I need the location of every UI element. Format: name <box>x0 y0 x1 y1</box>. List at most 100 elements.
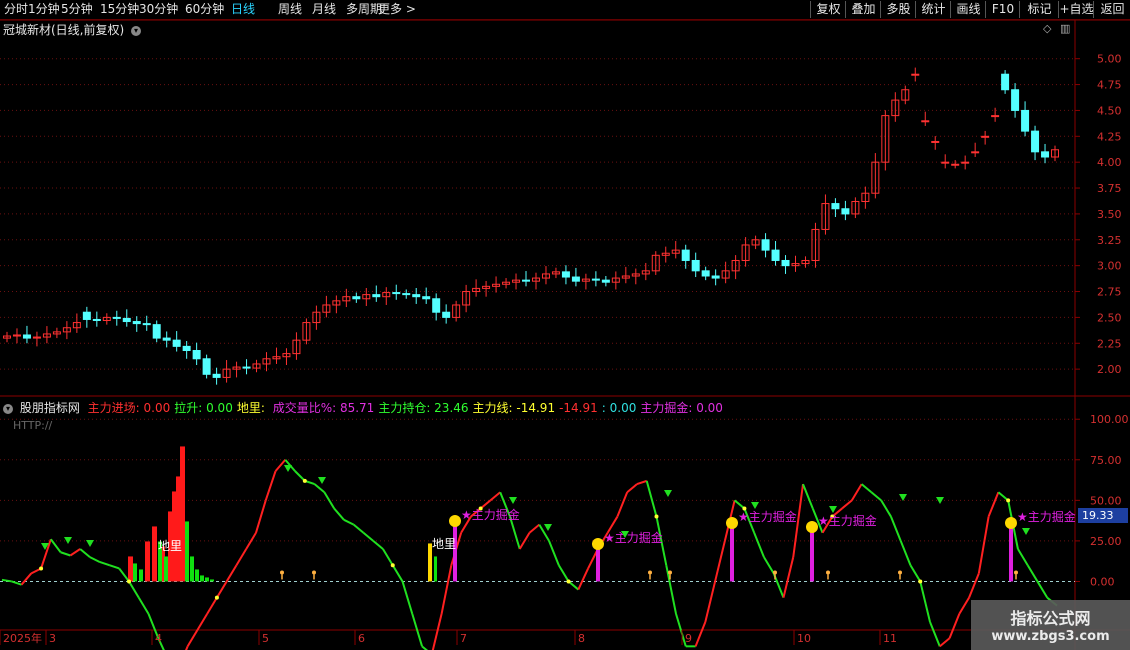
line-turn-dot <box>390 563 395 568</box>
main-force-line-segment <box>616 491 629 517</box>
candle-body <box>981 135 990 138</box>
main-force-line-segment <box>557 564 570 582</box>
candle-body <box>781 259 790 267</box>
main-force-line-segment <box>118 567 130 583</box>
ground-label: 地里 <box>432 537 456 551</box>
candle-body <box>571 276 580 282</box>
main-force-line-segment <box>763 556 775 574</box>
x-tick-label: 2025年 <box>3 631 42 645</box>
rise-bar <box>434 556 437 582</box>
y-tick-label: 2.75 <box>1097 286 1122 299</box>
walker-icon <box>280 570 284 575</box>
ground-label: 地里 <box>158 539 182 553</box>
y-tick-label: 4.75 <box>1097 79 1122 92</box>
main-force-line-segment <box>440 565 453 615</box>
candle-body <box>601 279 610 283</box>
main-force-line-segment <box>128 580 140 599</box>
walker-icon <box>826 570 830 575</box>
main-force-line-segment <box>1017 548 1029 566</box>
rise-bar <box>133 563 137 582</box>
smiley-icon <box>592 538 604 550</box>
indicator-y-label: 0.00 <box>1090 575 1115 588</box>
entry-bar <box>180 446 185 582</box>
main-force-line-segment <box>225 564 238 582</box>
watermark-title: 指标公式网 <box>1010 609 1091 628</box>
main-force-line-segment <box>958 597 970 615</box>
main-force-line-segment <box>186 629 199 647</box>
candle-body <box>771 249 780 261</box>
main-force-line-segment <box>245 532 257 550</box>
down-arrow-icon <box>544 524 552 531</box>
candle-body <box>152 324 161 339</box>
x-tick-label: 10 <box>797 632 811 645</box>
main-force-line-segment <box>977 516 990 574</box>
main-force-line-segment <box>255 500 267 534</box>
candle-body <box>761 239 770 251</box>
main-force-line-segment <box>948 613 961 639</box>
candle-body <box>961 161 970 164</box>
main-force-line-segment <box>929 621 941 647</box>
candle-body <box>522 279 531 282</box>
down-arrow-icon <box>829 506 837 513</box>
candle-body <box>831 203 840 210</box>
rise-bar <box>190 556 194 582</box>
signal-label: ★主力掘金 <box>461 507 520 522</box>
main-force-line-segment <box>714 540 726 582</box>
main-force-line-segment <box>382 548 394 566</box>
candle-body <box>202 358 211 375</box>
down-arrow-icon <box>318 477 326 484</box>
watermark: 指标公式网 www.zbgs3.com <box>971 600 1130 650</box>
main-force-line-segment <box>528 523 540 534</box>
candle-body <box>22 334 31 339</box>
candle-body <box>82 311 91 320</box>
main-force-line-segment <box>694 621 707 647</box>
candle-body <box>142 323 151 326</box>
main-force-line-segment <box>333 507 345 521</box>
rise-bar <box>200 575 204 582</box>
down-arrow-icon <box>1022 528 1030 535</box>
x-tick-label: 9 <box>685 632 692 645</box>
candle-body <box>392 292 401 295</box>
candle-body <box>1011 89 1020 111</box>
down-arrow-icon <box>751 502 759 509</box>
candle-body <box>442 311 451 318</box>
walker-icon <box>1014 570 1018 575</box>
down-arrow-icon <box>64 537 72 544</box>
main-force-line-segment <box>704 581 717 623</box>
candle-body <box>591 278 600 281</box>
candle-body <box>242 366 251 369</box>
walker-icon <box>312 570 316 575</box>
rise-bar <box>139 569 143 582</box>
candle-body <box>841 208 850 215</box>
x-tick-label: 11 <box>883 632 897 645</box>
main-force-line-segment <box>362 532 374 542</box>
main-force-line-segment <box>860 483 873 493</box>
candle-body <box>921 120 930 123</box>
indicator-y-label: 75.00 <box>1090 454 1122 467</box>
main-force-line-segment <box>69 548 81 557</box>
main-force-line-segment <box>99 561 110 567</box>
y-tick-label: 2.25 <box>1097 337 1122 350</box>
signal-bar <box>1009 528 1013 582</box>
x-tick-label: 6 <box>358 632 365 645</box>
line-turn-dot <box>1006 498 1011 503</box>
entry-bar <box>145 541 150 582</box>
candle-body <box>561 271 570 278</box>
y-tick-label: 2.00 <box>1097 363 1122 376</box>
main-force-line-segment <box>235 548 248 566</box>
candle-body <box>212 373 221 378</box>
chart-canvas: 5.00 4.75 4.50 4.25 4.00 3.75 3.50 3.25 3.00 2.75… <box>0 19 1130 650</box>
y-tick-label: 2.50 <box>1097 311 1122 324</box>
main-force-line-segment <box>353 523 365 534</box>
main-force-line-segment <box>343 518 355 526</box>
main-force-line-segment <box>50 538 62 553</box>
signal-bar <box>730 528 734 582</box>
candle-body <box>132 321 141 325</box>
smiley-icon <box>1005 517 1017 529</box>
candle-body <box>352 296 361 300</box>
walker-icon <box>648 570 652 575</box>
candle-body <box>701 270 710 277</box>
candle-body <box>112 316 121 319</box>
line-turn-dot <box>302 478 307 483</box>
x-tick-label: 7 <box>460 632 467 645</box>
